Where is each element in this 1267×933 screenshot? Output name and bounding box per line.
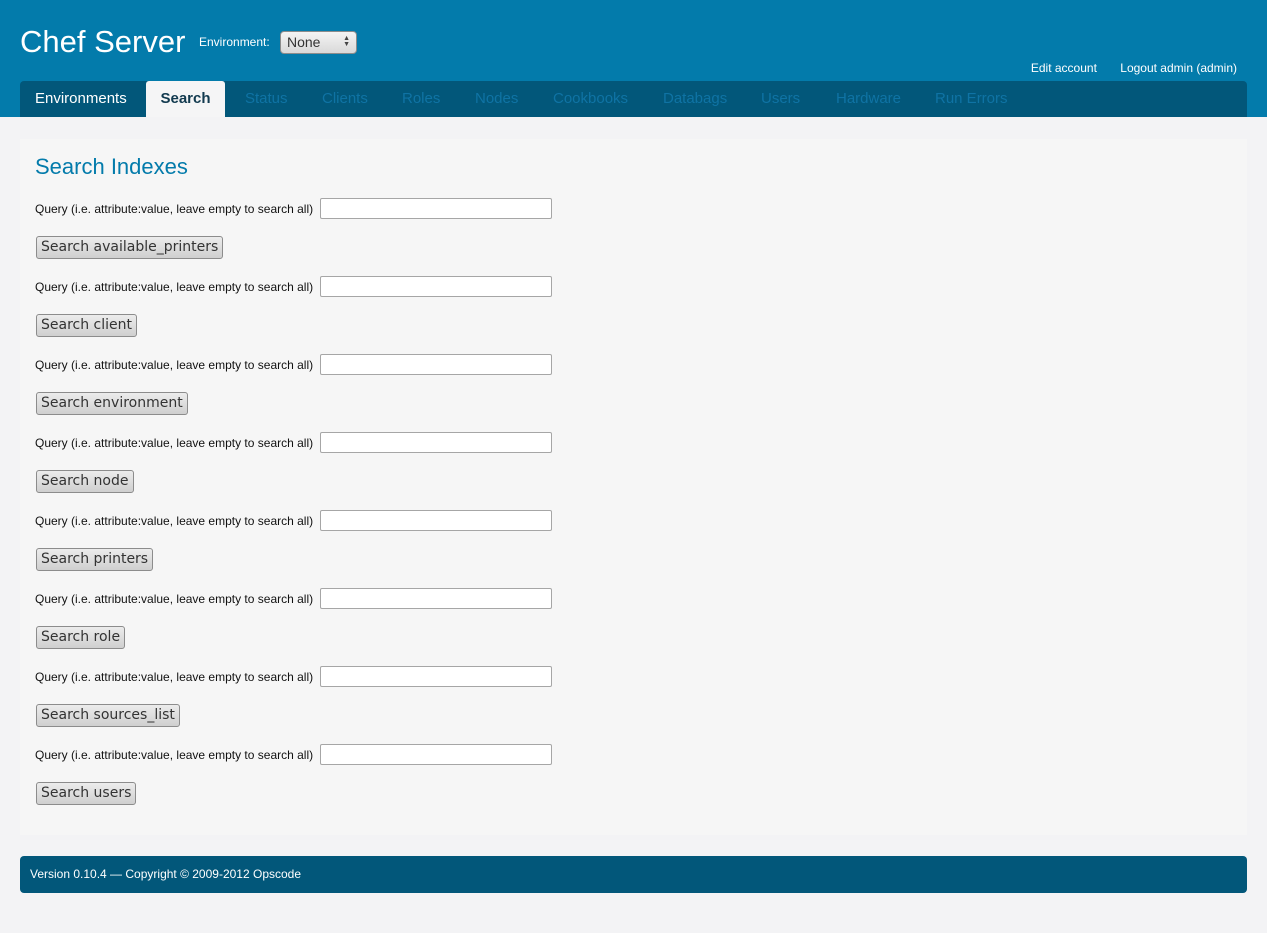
query-input-role[interactable] bbox=[320, 588, 552, 609]
search-environment-button[interactable]: Search environment bbox=[36, 392, 188, 415]
query-label: Query (i.e. attribute:value, leave empty… bbox=[35, 748, 314, 762]
user-links: Edit account Logout admin (admin) bbox=[1011, 61, 1237, 75]
query-label: Query (i.e. attribute:value, leave empty… bbox=[35, 358, 314, 372]
search-printers-button[interactable]: Search printers bbox=[36, 548, 154, 571]
page-title: Search Indexes bbox=[35, 154, 188, 179]
footer: Version 0.10.4 — Copyright © 2009-2012 O… bbox=[20, 856, 1247, 893]
query-label: Query (i.e. attribute:value, leave empty… bbox=[35, 592, 314, 606]
logout-link[interactable]: Logout admin (admin) bbox=[1120, 61, 1237, 75]
tab-run-errors[interactable]: Run Errors bbox=[935, 81, 1008, 117]
search-available-printers-button[interactable]: Search available_printers bbox=[36, 236, 224, 259]
query-label: Query (i.e. attribute:value, leave empty… bbox=[35, 202, 314, 216]
query-label: Query (i.e. attribute:value, leave empty… bbox=[35, 514, 314, 528]
app-title[interactable]: Chef Server bbox=[20, 24, 185, 60]
query-input-printers[interactable] bbox=[320, 510, 552, 531]
query-label: Query (i.e. attribute:value, leave empty… bbox=[35, 280, 314, 294]
query-input-users[interactable] bbox=[320, 744, 552, 765]
query-input-node[interactable] bbox=[320, 432, 552, 453]
tab-cookbooks[interactable]: Cookbooks bbox=[553, 81, 628, 117]
tab-clients[interactable]: Clients bbox=[322, 81, 368, 117]
environment-label: Environment: bbox=[199, 35, 270, 49]
edit-account-link[interactable]: Edit account bbox=[1031, 61, 1097, 75]
tab-environments[interactable]: Environments bbox=[35, 81, 127, 117]
search-users-button[interactable]: Search users bbox=[36, 782, 137, 805]
header: Chef Server Environment: None ▲ ▼ Edit ac… bbox=[0, 0, 1267, 117]
environment-select-value: None bbox=[287, 34, 321, 50]
search-node-button[interactable]: Search node bbox=[36, 470, 134, 493]
query-input-environment[interactable] bbox=[320, 354, 552, 375]
search-role-button[interactable]: Search role bbox=[36, 626, 126, 649]
search-client-button[interactable]: Search client bbox=[36, 314, 137, 337]
select-arrows-icon: ▲ ▼ bbox=[343, 35, 350, 48]
query-label: Query (i.e. attribute:value, leave empty… bbox=[35, 670, 314, 684]
tab-status[interactable]: Status bbox=[245, 81, 288, 117]
main-content: Search Indexes Query (i.e. attribute:val… bbox=[20, 139, 1247, 835]
tab-databags[interactable]: Databags bbox=[663, 81, 727, 117]
tab-hardware[interactable]: Hardware bbox=[836, 81, 901, 117]
environment-select[interactable]: None ▲ ▼ bbox=[280, 31, 357, 54]
tab-users[interactable]: Users bbox=[761, 81, 800, 117]
search-sources-list-button[interactable]: Search sources_list bbox=[36, 704, 180, 727]
query-input-sources-list[interactable] bbox=[320, 666, 552, 687]
query-label: Query (i.e. attribute:value, leave empty… bbox=[35, 436, 314, 450]
main-nav: Environments Search Status Clients Roles… bbox=[20, 81, 1247, 117]
tab-roles[interactable]: Roles bbox=[402, 81, 440, 117]
tab-nodes[interactable]: Nodes bbox=[475, 81, 518, 117]
query-input-client[interactable] bbox=[320, 276, 552, 297]
tab-search[interactable]: Search bbox=[146, 81, 225, 117]
query-input-available-printers[interactable] bbox=[320, 198, 552, 219]
